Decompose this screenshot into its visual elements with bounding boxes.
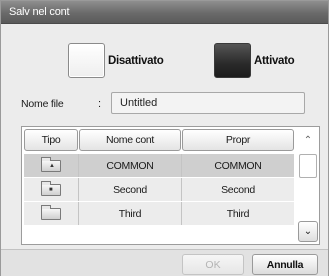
table-header: Tipo Nome cont Propr [24, 129, 295, 151]
chevron-down-icon[interactable]: ⌄ [298, 221, 318, 242]
column-header-box-name[interactable]: Nome cont [79, 129, 181, 151]
dialog-title: Salv nel cont [9, 6, 70, 18]
chevron-up-icon[interactable]: ⌃ [298, 129, 318, 151]
row-type-cell: ▲ [24, 154, 79, 177]
shared-folder-icon: ▲ [41, 156, 61, 172]
table-row[interactable]: Third Third [24, 202, 294, 225]
mode-on-swatch[interactable] [214, 43, 251, 78]
save-to-box-dialog: Salv nel cont Disattivato Attivato Nome … [0, 0, 329, 276]
title-bar: Salv nel cont [1, 1, 328, 24]
column-header-type[interactable]: Tipo [24, 129, 78, 151]
row-owner: Second [221, 183, 255, 196]
file-name-label: Nome file [21, 98, 64, 110]
cancel-button[interactable]: Annulla [252, 254, 318, 275]
row-type-cell: ■ [24, 178, 79, 201]
mode-off-option[interactable]: Disattivato [68, 43, 164, 78]
file-name-separator: : [98, 98, 102, 110]
mode-off-label: Disattivato [108, 54, 164, 67]
box-table: Tipo Nome cont Propr ▲ COMMON COMMON ■ S… [21, 126, 320, 245]
file-name-input[interactable] [111, 92, 305, 114]
table-scrollbar[interactable]: ⌃ ⌄ [298, 129, 318, 243]
mode-off-swatch[interactable] [68, 43, 105, 78]
row-owner: Third [226, 207, 250, 220]
row-type-cell [24, 202, 79, 225]
mode-on-label: Attivato [254, 54, 295, 67]
folder-icon [41, 204, 61, 220]
dialog-footer: OK Annulla [1, 249, 328, 276]
row-owner: COMMON [214, 159, 262, 172]
mode-on-option[interactable]: Attivato [214, 43, 295, 78]
locked-folder-icon: ■ [41, 180, 61, 196]
row-box-name: Third [79, 202, 182, 225]
scrollbar-thumb[interactable] [299, 154, 317, 178]
column-header-owner[interactable]: Propr [182, 129, 294, 151]
table-row[interactable]: ■ Second Second [24, 178, 294, 201]
table-row[interactable]: ▲ COMMON COMMON [24, 154, 294, 177]
row-box-name: Second [79, 178, 182, 201]
ok-button[interactable]: OK [182, 254, 244, 275]
row-box-name: COMMON [79, 154, 182, 177]
